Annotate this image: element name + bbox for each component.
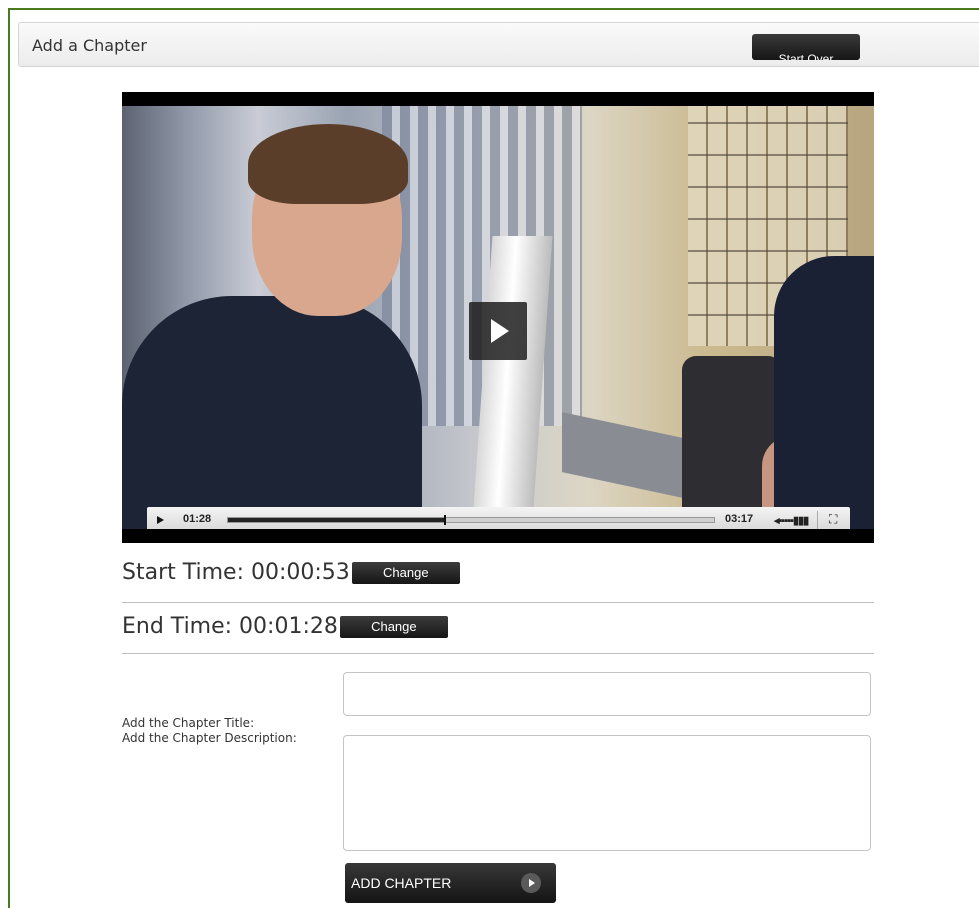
volume-icon[interactable]: ◂▪▪▪▪▪▮▮▮: [774, 514, 809, 527]
fullscreen-icon[interactable]: ⛶: [829, 512, 837, 527]
change-end-button[interactable]: Change: [339, 616, 448, 638]
video-player[interactable]: 01:28 03:17 ◂▪▪▪▪▪▮▮▮ ⛶: [122, 92, 874, 543]
change-start-button[interactable]: Change: [351, 562, 460, 584]
start-over-button[interactable]: Start Over: [752, 34, 860, 60]
play-circle-icon: [521, 873, 541, 893]
chapter-title-input[interactable]: [343, 672, 871, 716]
current-time: 01:28: [183, 513, 212, 525]
panel-header: Add a Chapter Start Over: [18, 22, 979, 67]
person-hoodie: [122, 296, 422, 529]
start-time-row: Start Time: 00:00:53 Change: [122, 560, 874, 585]
second-person: [774, 256, 874, 529]
start-time-label: Start Time: 00:00:53: [122, 560, 350, 585]
add-chapter-label: ADD CHAPTER: [351, 875, 452, 891]
chapter-title-label: Add the Chapter Title:: [122, 716, 255, 730]
chapter-description-input[interactable]: [343, 735, 871, 851]
treadmill: [562, 412, 692, 500]
divider: [122, 602, 874, 603]
person-hair: [248, 124, 408, 204]
duration-time: 03:17: [725, 513, 754, 525]
divider: [122, 653, 874, 654]
control-divider: [817, 511, 818, 529]
play-icon[interactable]: [157, 516, 164, 524]
seek-bar[interactable]: [227, 515, 715, 525]
panel-title: Add a Chapter: [32, 36, 147, 55]
end-time-row: End Time: 00:01:28 Change: [122, 614, 874, 639]
video-controls: 01:28 03:17 ◂▪▪▪▪▪▮▮▮ ⛶: [147, 507, 850, 529]
seek-progress: [228, 518, 446, 522]
end-time-label: End Time: 00:01:28: [122, 614, 338, 639]
seek-handle[interactable]: [444, 515, 447, 525]
play-overlay-icon[interactable]: [469, 302, 527, 360]
add-chapter-button[interactable]: ADD CHAPTER: [345, 863, 556, 903]
video-frame: 01:28 03:17 ◂▪▪▪▪▪▮▮▮ ⛶: [122, 106, 874, 529]
chapter-description-label: Add the Chapter Description:: [122, 731, 297, 745]
